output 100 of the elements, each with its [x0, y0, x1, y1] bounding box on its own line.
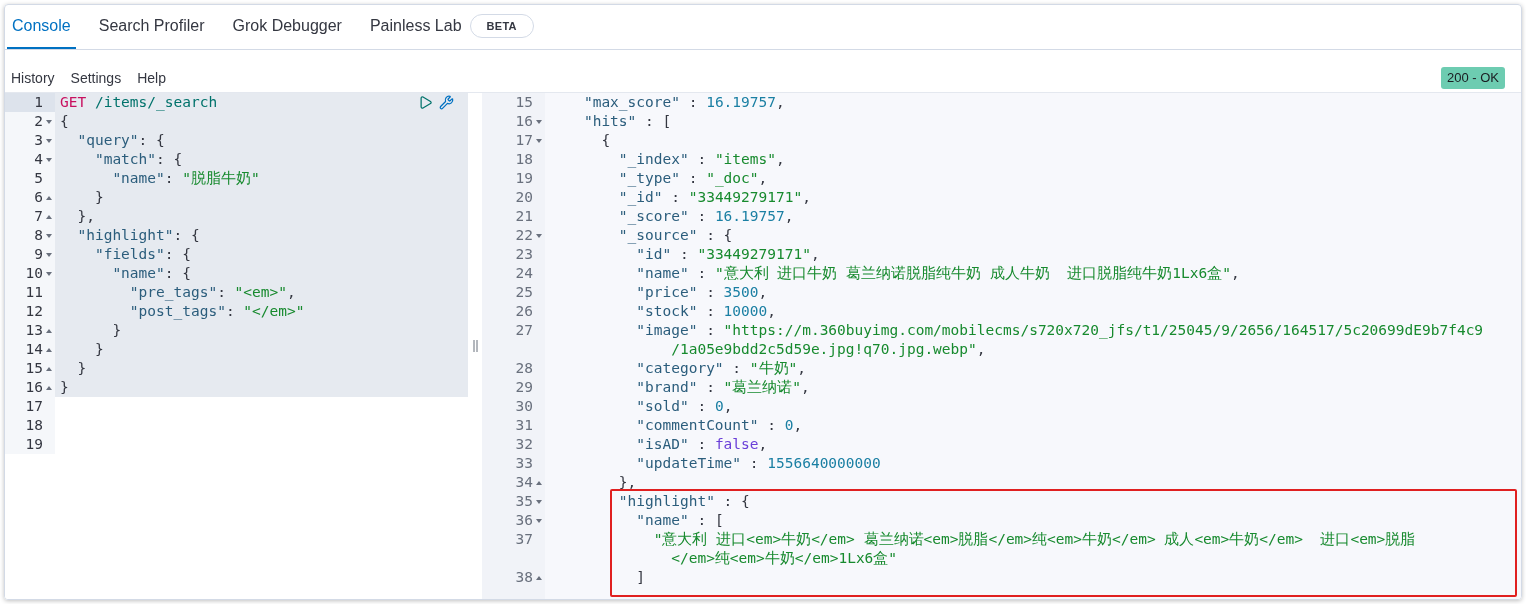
- code-token: : {: [138, 130, 165, 150]
- code-token: :: [670, 187, 681, 207]
- wrench-icon[interactable]: [439, 95, 454, 110]
- code-token: :: [687, 93, 699, 112]
- code-token: "updateTime": [635, 453, 742, 473]
- fold-toggle-icon[interactable]: [536, 138, 542, 143]
- code-token: ]: [635, 567, 646, 587]
- code-token: "category": [635, 358, 724, 378]
- code-token: }: [76, 358, 87, 378]
- tab[interactable]: Grok Debugger: [227, 5, 347, 49]
- line-number: 12: [25, 301, 43, 321]
- fold-toggle-icon[interactable]: [46, 195, 52, 200]
- code-token: "意大利 进口<em>牛奶</em> 葛兰纳诺<em>脱脂</em>纯<em>牛奶</em> 成人<em>牛奶</em> 进口<em>脱脂: [652, 529, 1416, 549]
- fold-toggle-icon[interactable]: [46, 347, 52, 352]
- fold-toggle-icon[interactable]: [46, 233, 52, 238]
- fold-toggle-icon[interactable]: [46, 138, 52, 143]
- code-token: "name": [635, 263, 689, 283]
- code-token: : {: [722, 491, 750, 511]
- code-token: "id": [635, 244, 672, 264]
- code-token: :: [164, 168, 175, 188]
- code-token: "query": [76, 130, 139, 150]
- fold-toggle-icon[interactable]: [536, 233, 542, 238]
- fold-toggle-icon[interactable]: [46, 271, 52, 276]
- code-token: "match": [93, 149, 157, 169]
- code-token: "name": [111, 263, 165, 283]
- code-token: ,: [801, 377, 810, 397]
- code-token: "image": [635, 320, 698, 340]
- code-token: 0: [714, 396, 724, 416]
- code-token: "price": [635, 282, 698, 302]
- line-number: 11: [25, 282, 43, 302]
- code-token: "牛奶": [749, 358, 798, 378]
- menu-link[interactable]: Settings: [70, 67, 122, 89]
- menu-link[interactable]: Help: [137, 67, 166, 89]
- line-number: 2: [34, 111, 43, 131]
- fold-toggle-icon[interactable]: [46, 157, 52, 162]
- line-number: 8: [34, 225, 43, 245]
- fold-toggle-icon[interactable]: [46, 366, 52, 371]
- line-number: 13: [25, 320, 43, 340]
- code-token: }: [93, 187, 104, 207]
- code-token: "_source": [617, 225, 698, 246]
- line-number: 19: [515, 168, 533, 188]
- code-token: "stock": [635, 301, 698, 321]
- code-token: "意大利 进口牛奶 葛兰纳诺脱脂纯牛奶 成人牛奶 进口脱脂纯牛奶1Lx6盒": [714, 263, 1231, 283]
- fold-toggle-icon[interactable]: [536, 499, 542, 504]
- resize-handle-icon[interactable]: [472, 340, 478, 352]
- code-token: ,: [793, 415, 803, 435]
- fold-toggle-icon[interactable]: [46, 119, 52, 124]
- code-token: }: [60, 377, 69, 397]
- line-number: 20: [515, 187, 533, 207]
- code-token: :: [687, 168, 699, 188]
- code-token: "33449279171": [697, 244, 811, 264]
- line-number: 36: [515, 510, 533, 530]
- code-token: {: [600, 130, 611, 150]
- code-token: "hits": [582, 111, 637, 131]
- tab[interactable]: Search Profiler: [93, 5, 210, 49]
- fold-toggle-icon[interactable]: [536, 480, 542, 485]
- line-number: 21: [515, 206, 533, 226]
- code-token: },: [76, 206, 95, 226]
- code-token: ,: [810, 244, 820, 264]
- code-token: ,: [758, 282, 768, 302]
- line-number: 23: [515, 244, 533, 264]
- code-token: "</em>": [243, 301, 305, 321]
- fold-toggle-icon[interactable]: [536, 119, 542, 124]
- code-token: "sold": [635, 396, 689, 416]
- code-token: ,: [776, 149, 785, 169]
- fold-toggle-icon[interactable]: [46, 385, 52, 390]
- line-number: 38: [515, 567, 533, 587]
- code-token: : [: [644, 111, 672, 131]
- line-number: 30: [515, 396, 533, 416]
- code-token: ,: [1230, 263, 1240, 283]
- menu-link[interactable]: History: [11, 67, 55, 89]
- fold-toggle-icon[interactable]: [46, 214, 52, 219]
- line-number: 16: [515, 111, 533, 131]
- code-token: /1a05e9bdd2c5d59e.jpg!q70.jpg.webp": [670, 339, 977, 359]
- code-token: ,: [758, 434, 768, 454]
- line-number: 24: [515, 263, 533, 283]
- status-badge: 200 - OK: [1440, 67, 1505, 89]
- line-number: 25: [515, 282, 533, 302]
- line-number: 9: [34, 244, 43, 264]
- code-token: "https://m.360buyimg.com/mobilecms/s720x720_jfs/t1/25045/9/2656/164517/5c20699dE9b7f4c9: [723, 320, 1484, 341]
- code-token: "post_tags": [128, 301, 226, 322]
- fold-toggle-icon[interactable]: [46, 252, 52, 257]
- fold-toggle-icon[interactable]: [536, 575, 542, 580]
- code-token: :: [731, 358, 743, 378]
- play-icon[interactable]: [418, 95, 433, 110]
- code-token: : {: [156, 149, 183, 169]
- line-number: 14: [25, 339, 43, 359]
- line-number: 18: [515, 149, 533, 169]
- code-token: ,: [287, 282, 296, 302]
- code-token: "33449279171": [688, 187, 803, 207]
- fold-toggle-icon[interactable]: [46, 328, 52, 333]
- tab[interactable]: Painless Lab BETA: [364, 5, 539, 49]
- code-token: :: [705, 320, 716, 340]
- code-token: ,: [767, 301, 776, 321]
- tab[interactable]: Console: [7, 5, 76, 49]
- code-token: }: [111, 320, 122, 340]
- line-number: 32: [515, 434, 533, 454]
- fold-toggle-icon[interactable]: [536, 518, 542, 523]
- code-token: :: [748, 453, 760, 473]
- code-token: ,: [723, 396, 733, 416]
